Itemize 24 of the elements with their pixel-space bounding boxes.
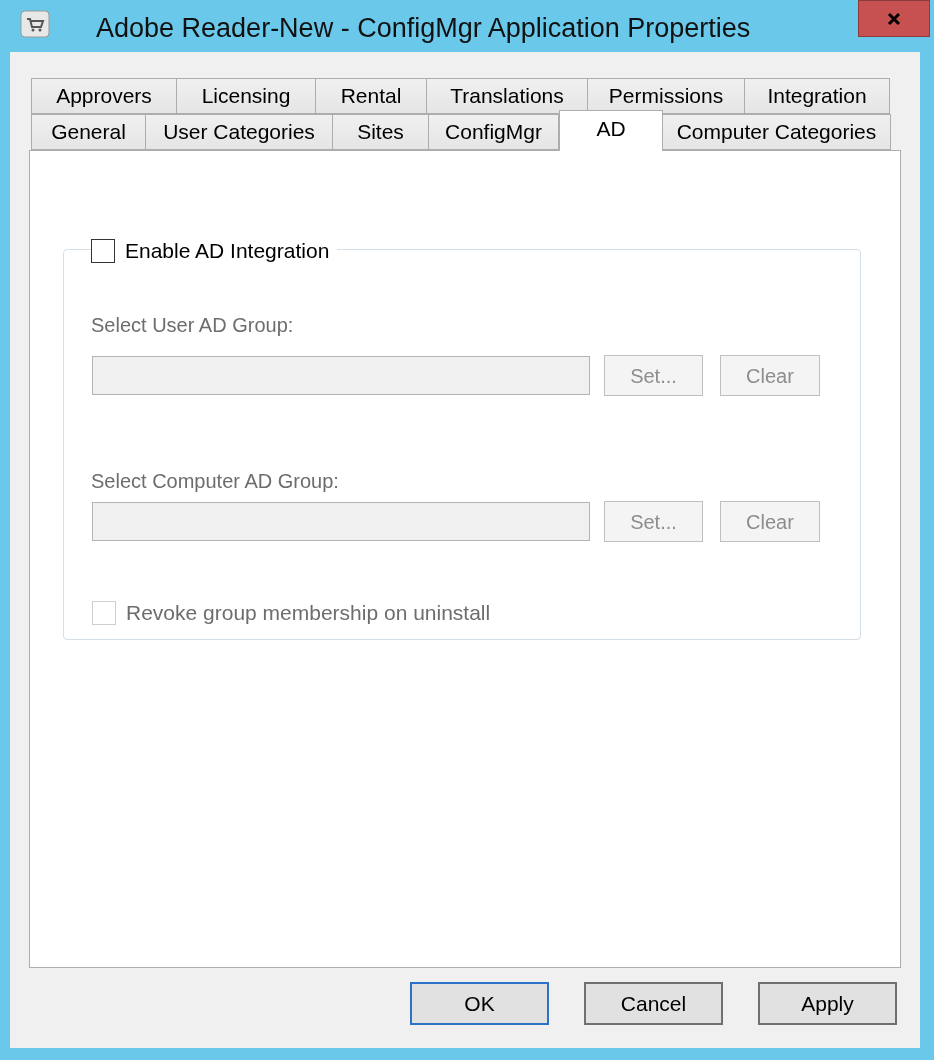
close-icon bbox=[887, 11, 901, 26]
tab[interactable]: Permissions bbox=[587, 78, 745, 114]
cart-icon bbox=[20, 10, 50, 38]
tab[interactable]: Approvers bbox=[31, 78, 177, 114]
tab[interactable]: Computer Categories bbox=[662, 114, 891, 150]
checkbox-label: Enable AD Integration bbox=[125, 238, 330, 264]
tab[interactable]: ConfigMgr bbox=[428, 114, 559, 150]
tab[interactable]: Integration bbox=[744, 78, 890, 114]
field-label: Select User AD Group: bbox=[91, 313, 295, 338]
tab[interactable]: Licensing bbox=[176, 78, 316, 114]
dialog-button[interactable]: Apply bbox=[758, 982, 897, 1025]
tab[interactable]: User Categories bbox=[145, 114, 333, 150]
checkbox-label: Revoke group membership on uninstall bbox=[126, 600, 491, 626]
dialog-button[interactable]: OK bbox=[410, 982, 549, 1025]
dialog-button[interactable]: Cancel bbox=[584, 982, 723, 1025]
tab[interactable]: Sites bbox=[332, 114, 429, 150]
window-title: Adobe Reader-New - ConfigMgr Application Properties bbox=[96, 12, 751, 45]
tab[interactable]: Rental bbox=[315, 78, 427, 114]
field-label: Select Computer AD Group: bbox=[91, 469, 340, 494]
close-button[interactable] bbox=[858, 0, 930, 37]
tab[interactable]: AD bbox=[559, 110, 663, 151]
tab[interactable]: General bbox=[31, 114, 146, 150]
checkbox[interactable] bbox=[91, 238, 115, 263]
tab[interactable]: Translations bbox=[426, 78, 588, 114]
